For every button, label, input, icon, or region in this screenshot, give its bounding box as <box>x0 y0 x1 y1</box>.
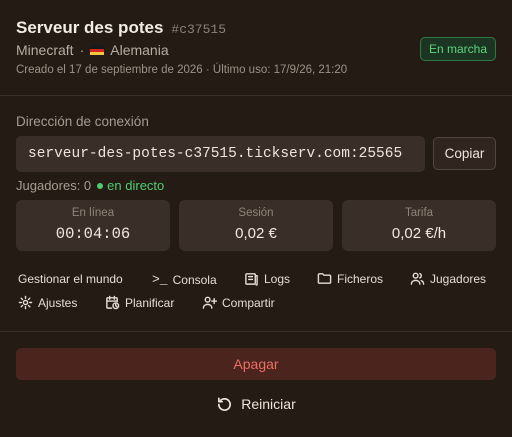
logs-link[interactable]: Logs <box>244 271 290 286</box>
separator: · <box>79 42 85 58</box>
stat-value: 00:04:06 <box>55 225 131 243</box>
stat-label: En línea <box>71 207 115 219</box>
germany-flag-icon <box>90 45 105 55</box>
server-name: Serveur des potes <box>16 18 164 37</box>
live-indicator: en directo <box>97 178 164 193</box>
action-label: Consola <box>172 272 217 287</box>
action-label: Gestionar el mundo <box>18 272 123 286</box>
players-count: Jugadores: 0 <box>16 178 92 193</box>
stat-rate: Tarifa 0,02 €/h <box>342 200 496 251</box>
divider <box>0 95 512 96</box>
restart-icon <box>218 397 232 411</box>
stat-label: Sesión <box>238 207 274 219</box>
divider <box>0 331 512 332</box>
created-meta: Creado el 17 de septiembre de 2026 · Últ… <box>16 64 348 76</box>
game-name: Minecraft <box>16 42 74 58</box>
stat-value: 0,02 €/h <box>391 225 447 242</box>
status-badge: En marcha <box>419 37 496 61</box>
share-link[interactable]: Compartir <box>202 295 275 310</box>
stat-value: 0,02 € <box>235 225 277 242</box>
shutdown-button[interactable]: Apagar <box>16 348 496 380</box>
users-icon <box>410 272 425 285</box>
server-subtitle: Minecraft · Alemania <box>16 42 169 58</box>
terminal-icon: >_ <box>152 272 168 287</box>
files-link[interactable]: Ficheros <box>317 271 383 286</box>
action-label: Compartir <box>222 295 275 310</box>
manage-world-link[interactable]: Gestionar el mundo <box>18 272 123 286</box>
connection-label: Dirección de conexión <box>16 114 149 129</box>
console-link[interactable]: >_ Consola <box>152 272 217 287</box>
action-label: Ajustes <box>38 295 78 310</box>
stat-session: Sesión 0,02 € <box>179 200 333 251</box>
title-row: Serveur des potes #c37515 <box>16 18 226 38</box>
gear-icon <box>18 295 33 310</box>
action-label: Ficheros <box>337 271 384 286</box>
stat-online: En línea 00:04:06 <box>16 200 170 251</box>
location: Alemania <box>110 42 169 58</box>
live-label: en directo <box>107 178 165 193</box>
user-plus-icon <box>202 296 217 309</box>
action-label: Jugadores <box>430 271 487 286</box>
restart-label: Reiniciar <box>241 396 296 412</box>
calendar-clock-icon <box>106 295 120 310</box>
players-row: Jugadores: 0 en directo <box>16 178 164 193</box>
server-id: #c37515 <box>171 22 227 37</box>
copy-button[interactable]: Copiar <box>433 137 496 170</box>
action-label: Logs <box>264 271 291 286</box>
restart-button[interactable]: Reiniciar <box>16 388 496 420</box>
logs-icon <box>245 273 258 286</box>
settings-link[interactable]: Ajustes <box>18 295 77 310</box>
action-label: Planificar <box>125 295 175 310</box>
players-link[interactable]: Jugadores <box>410 271 486 286</box>
schedule-link[interactable]: Planificar <box>105 295 174 310</box>
live-dot-icon <box>97 182 104 189</box>
server-card: Serveur des potes #c37515 Minecraft · Al… <box>0 0 512 437</box>
folder-icon <box>317 273 332 284</box>
connection-address: serveur-des-potes-c37515.tickserv.com:25… <box>16 136 425 172</box>
stat-label: Tarifa <box>404 207 434 219</box>
